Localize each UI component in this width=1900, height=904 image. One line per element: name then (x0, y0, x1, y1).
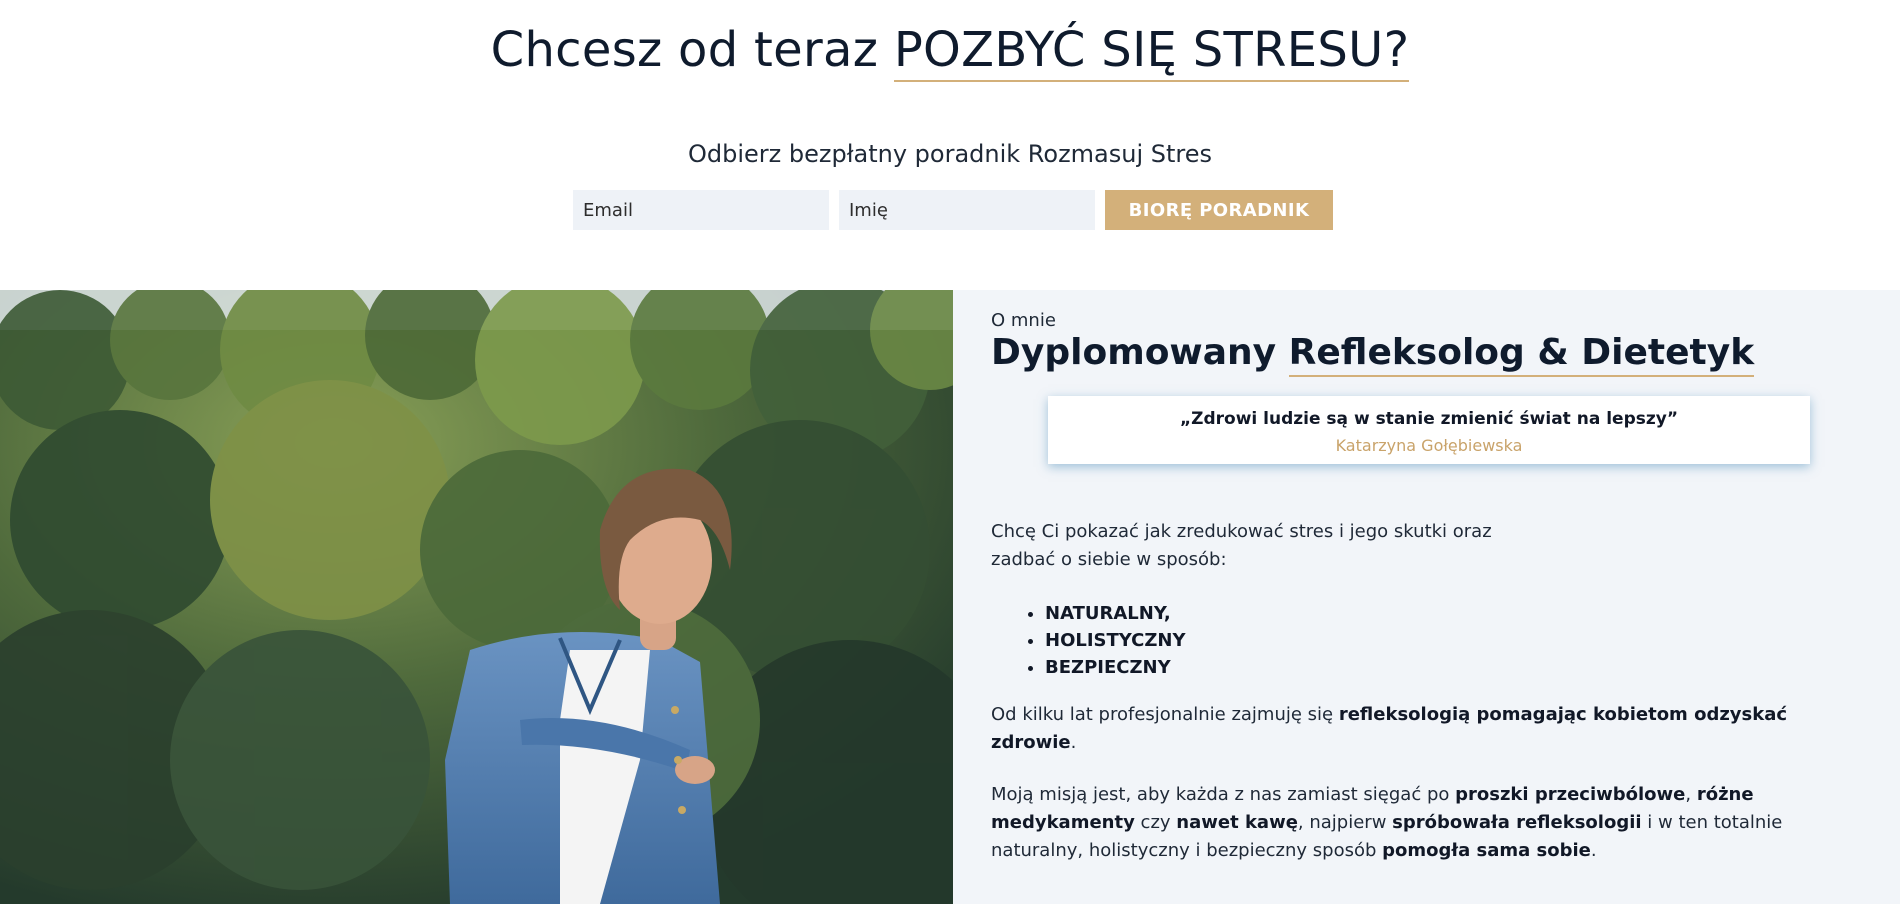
about-eyebrow: O mnie (991, 310, 1056, 331)
hero-subheadline: Odbierz bezpłatny poradnik Rozmasuj Stre… (687, 140, 1213, 168)
quote-card: „Zdrowi ludzie są w stanie zmienić świat… (1048, 396, 1810, 464)
title-highlight: Refleksolog & Dietetyk (1288, 332, 1755, 377)
paragraph-emphasis: proszki przeciwbólowe (1455, 784, 1686, 805)
email-input[interactable] (573, 190, 829, 230)
about-title: Dyplomowany Refleksolog & Dietetyk (991, 332, 1755, 377)
paragraph-emphasis: pomogła sama sobie (1382, 840, 1591, 861)
paragraph-text: . (1070, 732, 1077, 753)
list-item: BEZPIECZNY (1045, 654, 1851, 681)
quote-author: Katarzyna Gołębiewska (1335, 436, 1523, 455)
paragraph-emphasis: nawet kawę (1176, 812, 1298, 833)
paragraph-text: , (1685, 784, 1697, 805)
newsletter-form: BIORĘ PORADNIK (573, 190, 1333, 230)
headline-prefix: Chcesz od teraz (490, 22, 894, 78)
paragraph-text: czy (1134, 812, 1177, 833)
about-body: Chcę Ci pokazać jak zredukować stres i j… (991, 518, 1851, 865)
hero-section: Chcesz od teraz POZBYĆ SIĘ STRESU? Odbie… (0, 0, 1900, 290)
hero-headline: Chcesz od teraz POZBYĆ SIĘ STRESU? (0, 22, 1900, 82)
list-item: HOLISTYCZNY (1045, 627, 1851, 654)
title-prefix: Dyplomowany (991, 332, 1289, 373)
qualities-list: NATURALNY, HOLISTYCZNY BEZPIECZNY (991, 600, 1851, 681)
paragraph-text: Od kilku lat profesjonalnie zajmuję się (991, 704, 1339, 725)
paragraph-text: . (1590, 840, 1597, 861)
paragraph-text: , najpierw (1297, 812, 1393, 833)
about-section: O mnie Dyplomowany Refleksolog & Dietety… (0, 290, 1900, 904)
mission-paragraph: Moją misją jest, aby każda z nas zamiast… (991, 781, 1851, 865)
headline-highlight: POZBYĆ SIĘ STRESU? (893, 22, 1410, 82)
intro-paragraph: Chcę Ci pokazać jak zredukować stres i j… (991, 521, 1492, 570)
quote-text: „Zdrowi ludzie są w stanie zmienić świat… (1179, 409, 1679, 429)
list-item: NATURALNY, (1045, 600, 1851, 627)
get-guide-button[interactable]: BIORĘ PORADNIK (1105, 190, 1333, 230)
portrait-photo (0, 290, 953, 904)
paragraph-text: Moją misją jest, aby każda z nas zamiast… (991, 784, 1456, 805)
name-input[interactable] (839, 190, 1095, 230)
paragraph-emphasis: spróbowała refleksologii (1392, 812, 1642, 833)
experience-paragraph: Od kilku lat profesjonalnie zajmuję się … (991, 701, 1851, 757)
